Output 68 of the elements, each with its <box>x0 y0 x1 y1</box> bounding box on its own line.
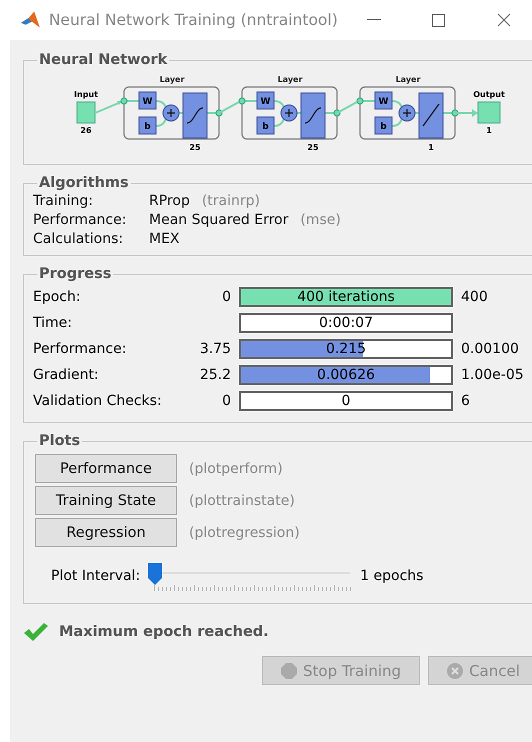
algorithm-value: RProp <box>149 193 190 209</box>
app-logo-icon <box>20 10 41 30</box>
output-node <box>478 102 500 124</box>
plot-function: (plotperform) <box>189 460 283 476</box>
algorithm-value: MEX <box>149 231 180 247</box>
window-title: Neural Network Training (nntraintool) <box>48 11 338 29</box>
plot-button[interactable]: Performance <box>35 454 177 483</box>
section-title: Progress <box>38 266 112 282</box>
slider-label: Plot Interval: <box>51 568 140 584</box>
start-value: 25.2 <box>200 367 231 383</box>
layer-size: 1 <box>428 143 434 152</box>
plot-button[interactable]: Training State <box>35 486 177 515</box>
section-title: Plots <box>38 433 82 449</box>
end-value: 400 <box>461 289 488 305</box>
connector-arrow <box>455 109 478 117</box>
bar-value: 0:00:07 <box>318 315 374 331</box>
algorithm-value: Mean Squared Error <box>149 212 288 228</box>
start-value: 0 <box>222 289 231 305</box>
minimize-icon <box>367 19 382 21</box>
section-title: Neural Network <box>38 52 168 68</box>
progress-label: Performance: <box>33 341 128 357</box>
end-value: 6 <box>461 393 470 409</box>
input-size: 26 <box>80 126 92 135</box>
close-icon <box>496 13 511 27</box>
interval-slider[interactable] <box>148 561 352 591</box>
plot-function: (plottrainstate) <box>189 492 295 508</box>
output-label: Output <box>473 90 505 99</box>
layer-label: Layer <box>396 75 420 84</box>
algorithm-code: (trainrp) <box>202 193 260 209</box>
section-title: Algorithms <box>38 175 130 191</box>
start-value: 3.75 <box>200 341 231 357</box>
progress-label: Validation Checks: <box>33 393 163 409</box>
layer-label: Layer <box>278 75 302 84</box>
bias-label: b <box>262 122 269 132</box>
progress-label: Gradient: <box>33 367 100 383</box>
bias-label: b <box>144 122 151 132</box>
input-label: Input <box>74 90 98 99</box>
connector-arrow <box>94 101 122 114</box>
end-value: 1.00e-05 <box>461 367 524 383</box>
cancel-icon <box>447 662 464 678</box>
bar-value: 0.00626 <box>316 367 376 383</box>
start-value: 0 <box>222 393 231 409</box>
stop-icon <box>281 662 297 678</box>
maximize-icon <box>432 14 446 26</box>
plot-button[interactable]: Regression <box>35 518 177 547</box>
algorithm-label: Calculations: <box>33 231 124 247</box>
output-size: 1 <box>486 126 492 135</box>
algorithm-label: Performance: <box>33 212 128 228</box>
slider-reading: 1 epochs <box>360 568 424 584</box>
weight-label: W <box>260 97 270 107</box>
bar-value: 400 iterations <box>296 289 396 305</box>
plot-function: (plotregression) <box>189 524 300 540</box>
status-message: Maximum epoch reached. <box>59 624 269 640</box>
progress-label: Time: <box>33 315 73 331</box>
end-value: 0.00100 <box>461 341 519 357</box>
layer-size: 25 <box>189 143 201 152</box>
progress-label: Epoch: <box>33 289 82 305</box>
layer-label: Layer <box>160 75 184 84</box>
algorithm-label: Training: <box>33 193 94 209</box>
checkmark-icon <box>23 622 49 642</box>
bar-value: 0 <box>340 393 352 409</box>
weight-label: W <box>142 97 152 107</box>
algorithm-code: (mse) <box>300 212 341 228</box>
slider-thumb[interactable] <box>148 563 162 585</box>
input-node <box>76 102 96 124</box>
layer-size: 25 <box>307 143 319 152</box>
weight-label: W <box>378 97 388 107</box>
bias-label: b <box>380 122 387 132</box>
